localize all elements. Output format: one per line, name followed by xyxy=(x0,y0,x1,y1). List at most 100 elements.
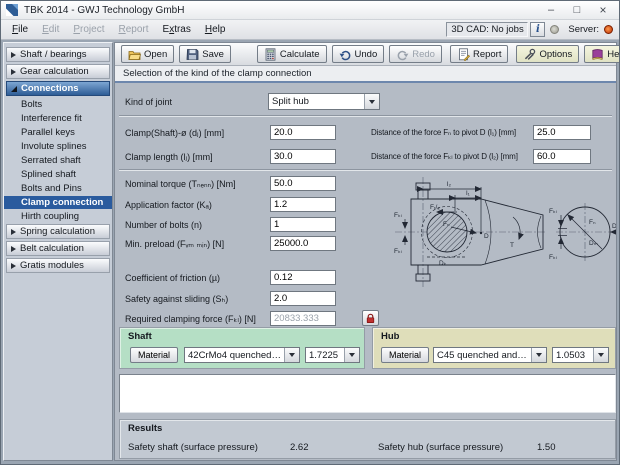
menu-bar: File Edit Project Report Extras Help 3D … xyxy=(1,20,619,40)
menu-file[interactable]: File xyxy=(5,22,35,37)
diagram-label-fn: Fₙ xyxy=(589,219,596,226)
sidebar-section-belt-calculation[interactable]: Belt calculation xyxy=(6,241,110,256)
shaft-material-number-select[interactable]: 1.7225 xyxy=(305,347,360,363)
min-preload-label: Min. preload (Fᵥₘ ₘᵢₙ) [N] xyxy=(125,239,224,250)
redo-icon xyxy=(396,48,409,61)
cad-status-box: 3D CAD: No jobs xyxy=(446,22,528,37)
shaft-material-select[interactable]: 42CrMo4 quenched and te... xyxy=(184,347,300,363)
sidebar-item-bolts-and-pins[interactable]: Bolts and Pins xyxy=(4,182,112,195)
calculate-button[interactable]: Calculate xyxy=(257,45,327,63)
hub-material-select[interactable]: C45 quenched and temper... xyxy=(433,347,547,363)
chevron-down-icon xyxy=(536,353,542,357)
clamp-connection-diagram: l₂ l₁ Fₖₗ Fₖₗ Fᵣ/₂ Fₙ D Dₖ T Fₖₗ Fₖₗ Fₙ … xyxy=(393,173,616,293)
info-button[interactable]: i xyxy=(530,22,545,37)
dropdown-button[interactable] xyxy=(364,94,379,109)
friction-coefficient-input[interactable] xyxy=(270,270,336,285)
minimize-button[interactable]: – xyxy=(538,3,564,18)
number-of-bolts-label: Number of bolts (n) xyxy=(125,220,202,230)
diagram-label-dk: Dₖ xyxy=(439,260,447,267)
save-button[interactable]: Save xyxy=(179,45,231,63)
divider xyxy=(119,115,612,117)
lock-button[interactable] xyxy=(362,310,379,326)
menu-extras[interactable]: Extras xyxy=(156,22,198,37)
lock-icon xyxy=(365,313,376,324)
sidebar-item-bolts[interactable]: Bolts xyxy=(4,98,112,111)
safety-sliding-label: Safety against sliding (Sₕ) xyxy=(125,294,228,305)
required-clamping-force-label: Required clamping force (Fₖₗ) [N] xyxy=(125,314,256,325)
chevron-down-icon xyxy=(369,100,375,104)
sidebar-section-spring-calculation[interactable]: Spring calculation xyxy=(6,224,110,239)
collapsed-arrow-icon xyxy=(11,52,16,58)
min-preload-input[interactable] xyxy=(270,236,336,251)
distance-l1-label: Distance of the force Fₙ to pivot D (l₁)… xyxy=(371,128,516,137)
sidebar-item-splined-shaft[interactable]: Splined shaft xyxy=(4,168,112,181)
results-panel: Results Safety shaft (surface pressure) … xyxy=(119,419,616,459)
report-icon xyxy=(457,48,470,61)
clamp-diameter-label: Clamp(Shaft)-ø (dⱼ) [mm] xyxy=(125,128,224,139)
diagram-label-l1: l₁ xyxy=(466,190,470,197)
help-button[interactable]: Help xyxy=(584,45,620,63)
sidebar-section-gratis-modules[interactable]: Gratis modules xyxy=(6,258,110,273)
save-icon xyxy=(186,48,199,61)
window-title: TBK 2014 - GWJ Technology GmbH xyxy=(24,5,538,16)
dropdown-button[interactable] xyxy=(593,348,608,362)
application-factor-input[interactable] xyxy=(270,197,336,212)
safety-sliding-input[interactable] xyxy=(270,291,336,306)
close-button[interactable]: × xyxy=(590,3,616,18)
clamp-length-label: Clamp length (lⱼ) [mm] xyxy=(125,152,213,163)
clamp-length-input[interactable] xyxy=(270,149,336,164)
distance-l1-input[interactable] xyxy=(533,125,591,140)
sidebar-section-gear-calculation[interactable]: Gear calculation xyxy=(6,64,110,79)
app-window: TBK 2014 - GWJ Technology GmbH – □ × Fil… xyxy=(0,0,620,465)
help-book-icon xyxy=(591,48,604,61)
clamp-form: Kind of joint Split hub Clamp(Shaft)-ø (… xyxy=(115,83,616,460)
sidebar-item-hirth-coupling[interactable]: Hirth coupling xyxy=(4,210,112,223)
menu-edit: Edit xyxy=(35,22,66,37)
nominal-torque-input[interactable] xyxy=(270,176,336,191)
sidebar-item-involute-splines[interactable]: Involute splines xyxy=(4,140,112,153)
title-bar: TBK 2014 - GWJ Technology GmbH – □ × xyxy=(1,1,619,20)
cad-status-icon xyxy=(550,25,559,34)
hub-material-button[interactable]: Material xyxy=(381,347,429,363)
diagram-label-fkl: Fₖₗ xyxy=(394,248,402,255)
required-clamping-force-input xyxy=(270,311,336,326)
hub-panel-title: Hub xyxy=(381,331,399,342)
collapsed-arrow-icon xyxy=(11,229,16,235)
diagram-label-fkl: Fₖₗ xyxy=(549,254,557,261)
open-button[interactable]: Open xyxy=(121,45,174,63)
shaft-material-button[interactable]: Material xyxy=(130,347,178,363)
sidebar-item-parallel-keys[interactable]: Parallel keys xyxy=(4,126,112,139)
module-sidebar: Shaft / bearings Gear calculation Connec… xyxy=(3,42,113,461)
menu-report: Report xyxy=(111,22,155,37)
sidebar-item-serrated-shaft[interactable]: Serrated shaft xyxy=(4,154,112,167)
diagram-label-fkl: Fₖₗ xyxy=(394,212,402,219)
maximize-button[interactable]: □ xyxy=(564,3,590,18)
calculator-icon xyxy=(264,48,277,61)
options-button[interactable]: Options xyxy=(516,45,579,63)
safety-hub-value: 1.50 xyxy=(537,442,556,453)
dropdown-button[interactable] xyxy=(531,348,546,362)
distance-l2-label: Distance of the force Fₖₗ to pivot D (l₂… xyxy=(371,152,518,161)
redo-button: Redo xyxy=(389,45,442,63)
report-button[interactable]: Report xyxy=(450,45,509,63)
chevron-down-icon xyxy=(349,353,355,357)
kind-of-joint-select[interactable]: Split hub xyxy=(268,93,380,110)
friction-coefficient-label: Coefficient of friction (µ) xyxy=(125,273,220,283)
app-logo-icon xyxy=(6,4,18,16)
menu-help[interactable]: Help xyxy=(198,22,233,37)
hub-material-number-select[interactable]: 1.0503 xyxy=(552,347,609,363)
collapsed-arrow-icon xyxy=(11,246,16,252)
undo-button[interactable]: Undo xyxy=(332,45,385,63)
clamp-diameter-input[interactable] xyxy=(270,125,336,140)
chevron-down-icon xyxy=(289,353,295,357)
sidebar-item-clamp-connection[interactable]: Clamp connection xyxy=(4,196,112,209)
options-icon xyxy=(523,48,536,61)
distance-l2-input[interactable] xyxy=(533,149,591,164)
sidebar-section-connections[interactable]: Connections xyxy=(6,81,110,96)
nominal-torque-label: Nominal torque (Tₙₑₙₙ) [Nm] xyxy=(125,179,236,190)
dropdown-button[interactable] xyxy=(284,348,299,362)
sidebar-item-interference-fit[interactable]: Interference fit xyxy=(4,112,112,125)
sidebar-section-shaft-bearings[interactable]: Shaft / bearings xyxy=(6,47,110,62)
dropdown-button[interactable] xyxy=(344,348,359,362)
number-of-bolts-input[interactable] xyxy=(270,217,336,232)
